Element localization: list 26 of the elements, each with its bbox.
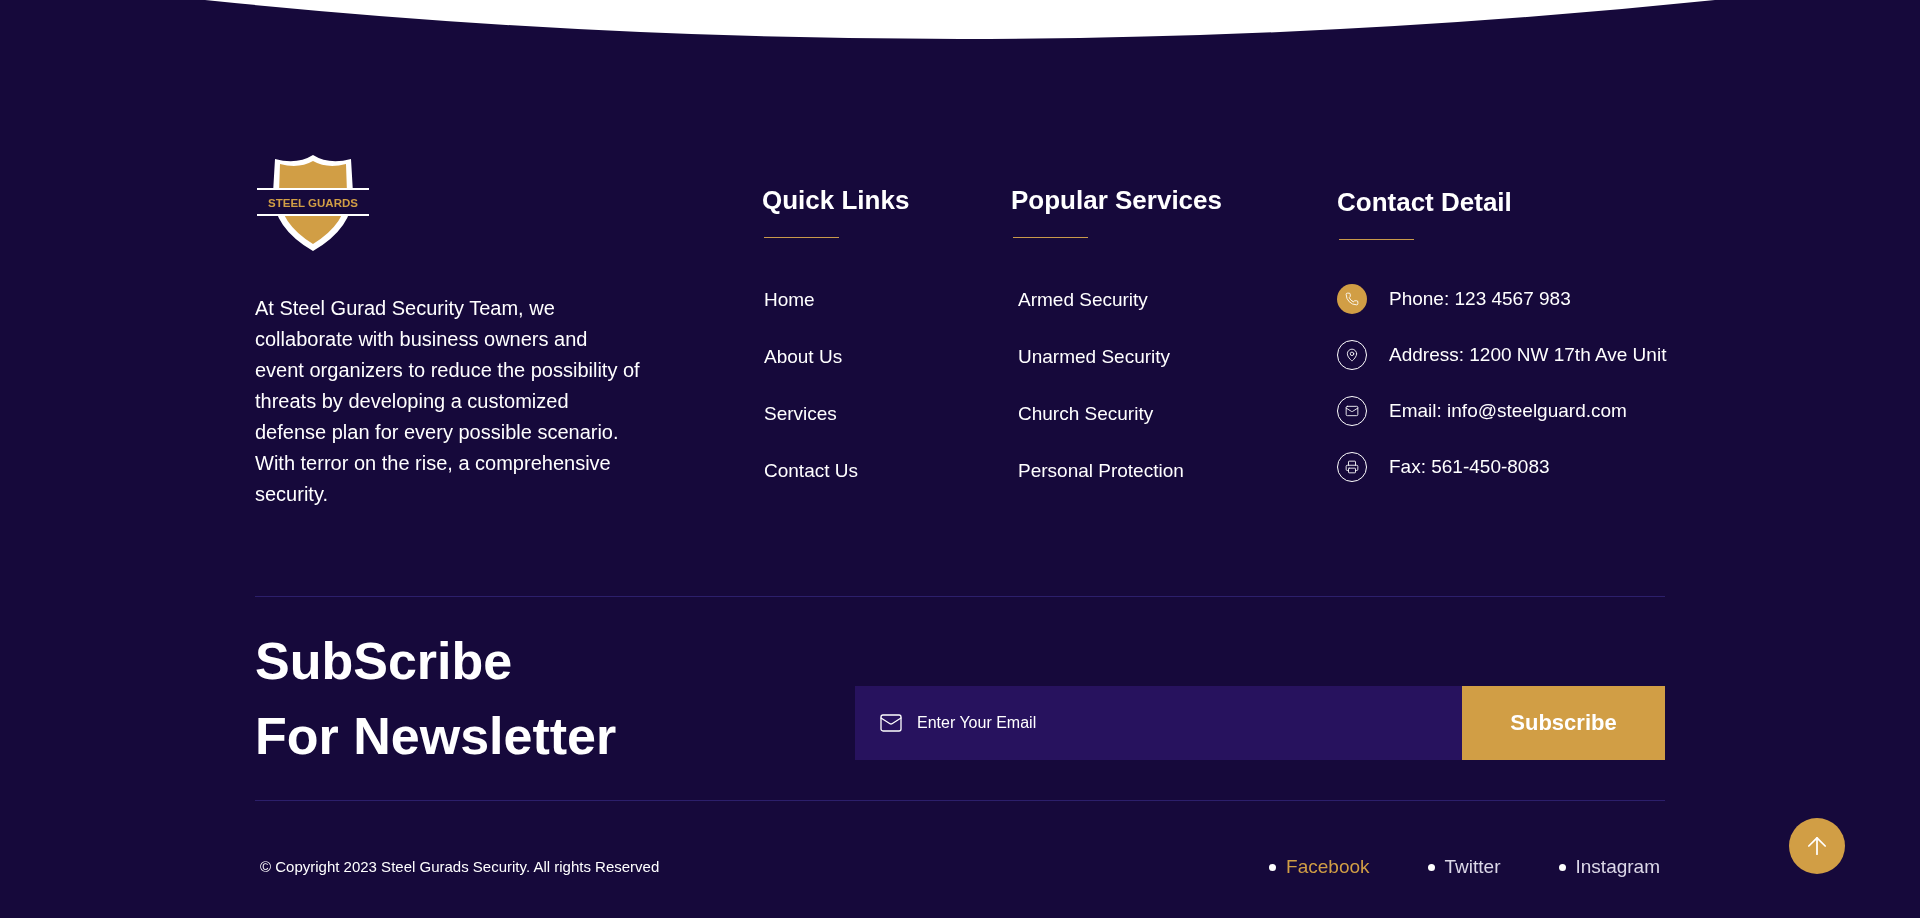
- newsletter-heading: SubScribe: [255, 630, 514, 692]
- footer-link[interactable]: Armed Security: [1018, 287, 1148, 312]
- shield-logo: STEEL GUARDS: [257, 153, 369, 253]
- about-paragraph: At Steel Gurad Security Team, we collaborate with business owners and event organizers to reduce the possibility of threats by developing a customized defense plan for every possible scenario. With terror on the rise, a comprehensive security.: [255, 296, 640, 507]
- footer-link[interactable]: Church Security: [1018, 401, 1154, 426]
- footer-link[interactable]: Unarmed Security: [1018, 344, 1171, 369]
- footer-link[interactable]: Contact Us: [764, 458, 858, 483]
- social-link[interactable]: Instagram: [1558, 853, 1660, 882]
- contact-text: Address: 1200 NW 17th Ave Unit: [1389, 342, 1667, 367]
- social-link[interactable]: Facebook: [1269, 853, 1370, 882]
- contact-text: Email: info@steelguard.com: [1389, 398, 1627, 423]
- scroll-top-button[interactable]: [1789, 818, 1845, 874]
- footer-link[interactable]: Home: [764, 287, 815, 312]
- email-field[interactable]: Enter Your Email: [855, 685, 1462, 760]
- copyright-text: © Copyright 2023 Steel Gurads Security. All rights Reserved: [260, 857, 660, 878]
- footer-link[interactable]: About Us: [764, 344, 843, 369]
- column-heading: Quick Links: [762, 187, 911, 213]
- email-input[interactable]: Enter Your Email: [917, 710, 1462, 735]
- newsletter-heading: For Newsletter: [255, 705, 617, 767]
- column-heading: Contact Detail: [1337, 189, 1513, 215]
- contact-text: Fax: 561-450-8083: [1389, 454, 1550, 479]
- footer-link[interactable]: Personal Protection: [1018, 458, 1184, 483]
- footer-link[interactable]: Services: [764, 401, 837, 426]
- social-link[interactable]: Twitter: [1427, 853, 1501, 882]
- contact-text: Phone: 123 4567 983: [1389, 286, 1571, 311]
- column-heading: Popular Services: [1011, 187, 1223, 213]
